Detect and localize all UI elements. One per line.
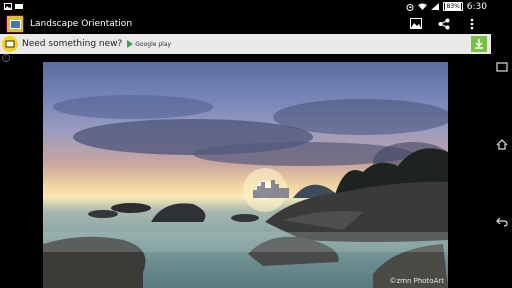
landscape-photo: ©zmn PhotoArt <box>43 62 448 288</box>
image-icon[interactable] <box>409 17 423 31</box>
navigation-bar <box>491 0 512 288</box>
home-icon[interactable] <box>494 137 509 152</box>
battery-level: 83% <box>445 3 461 10</box>
back-icon[interactable] <box>494 214 509 229</box>
clock: 6:30 <box>466 1 487 12</box>
battery-icon: 83% <box>443 2 463 11</box>
info-icon[interactable]: i <box>2 54 10 62</box>
google-play-label: Google play <box>135 40 172 48</box>
app-icon[interactable] <box>6 14 24 33</box>
google-play-icon <box>127 40 134 48</box>
signal-icon <box>431 3 440 10</box>
status-bar: 83% 6:30 <box>0 0 491 13</box>
photo-credit: ©zmn PhotoArt <box>389 277 444 285</box>
app-title: Landscape Orientation <box>30 18 133 29</box>
ad-text: Need something new? <box>22 39 123 49</box>
recent-apps-icon[interactable] <box>494 59 509 74</box>
share-icon[interactable] <box>437 17 451 31</box>
download-icon[interactable] <box>471 36 487 52</box>
action-bar: Landscape Orientation <box>0 13 491 34</box>
ad-logo-icon <box>2 36 18 52</box>
google-play-badge: Google play <box>127 40 171 48</box>
picture-icon <box>4 3 12 10</box>
overflow-menu-icon[interactable] <box>465 17 479 31</box>
wifi-icon <box>418 3 428 10</box>
ad-banner[interactable]: Need something new? Google play <box>0 34 491 54</box>
notification-icon <box>15 3 23 10</box>
alarm-icon <box>406 3 414 11</box>
